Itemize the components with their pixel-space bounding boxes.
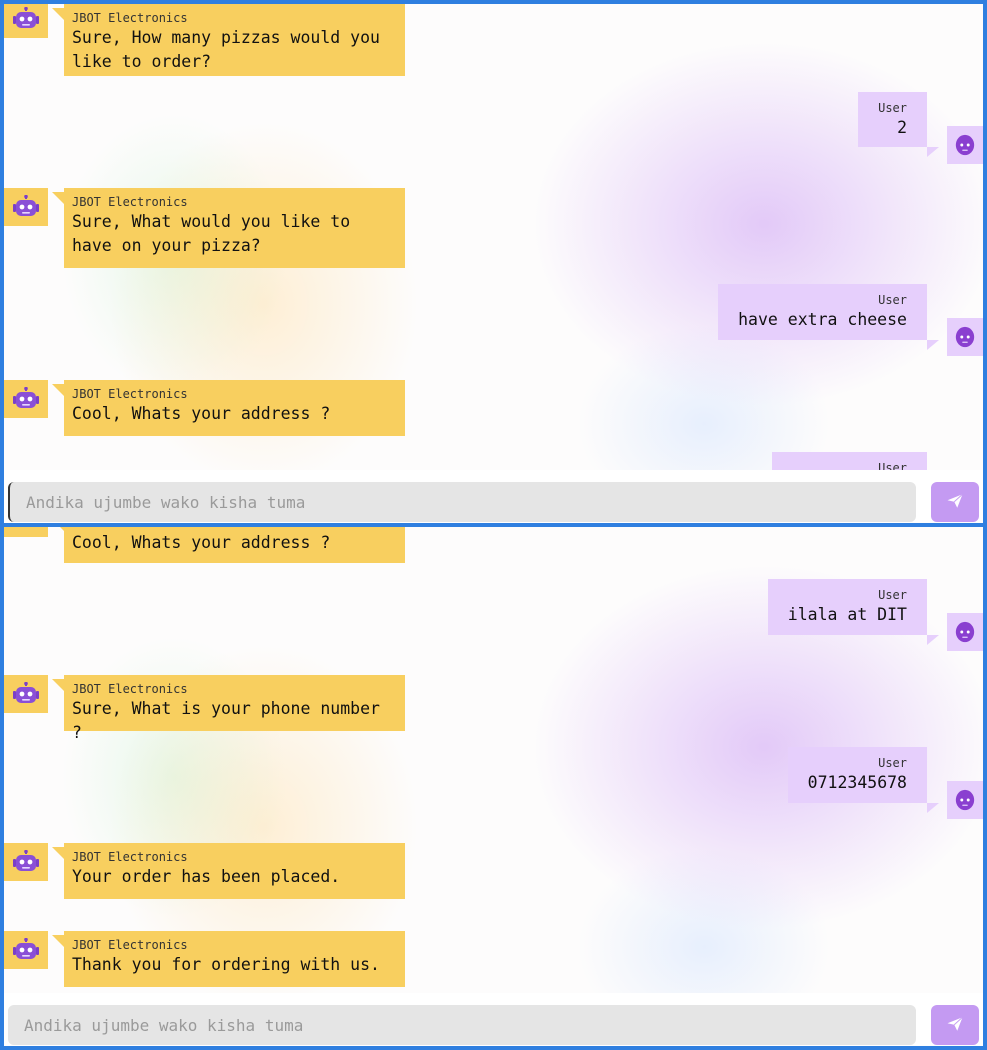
composer [4,470,983,523]
bot-bubble: JBOT Electronics Your order has been pla… [52,843,405,899]
bot-bubble: JBOT Electronics Thank you for ordering … [52,931,405,987]
message-text: Sure, What would you like to have on you… [72,212,361,255]
message-text: Sure, How many pizzas would you like to … [72,28,390,71]
sender-name: JBOT Electronics [72,195,188,209]
composer [4,993,983,1046]
user-head-icon [947,126,983,164]
robot-icon [4,188,48,226]
sender-name: User [878,293,907,307]
sender-name: JBOT Electronics [72,682,188,696]
sender-name: JBOT Electronics [72,938,188,952]
message-input[interactable] [8,482,916,522]
message-text: Sure, What is your phone number ? [72,699,390,742]
chat-window-bottom: Cool, Whats your address ? User ilala at… [0,523,987,1050]
sender-name: User [878,588,907,602]
robot-icon [4,843,48,881]
send-icon [946,492,964,513]
message-text: Thank you for ordering with us. [72,955,380,974]
sender-name: User [878,101,907,115]
sender-name: JBOT Electronics [72,387,188,401]
bot-bubble: Cool, Whats your address ? [52,527,405,563]
bot-bubble: JBOT Electronics Sure, What would you li… [52,188,405,268]
robot-icon [4,675,48,713]
bot-bubble: JBOT Electronics Cool, Whats your addres… [52,380,405,436]
robot-icon [4,931,48,969]
sender-name: User [878,756,907,770]
user-head-icon [947,781,983,819]
message-input[interactable] [8,1005,916,1045]
bot-bubble: JBOT Electronics Sure, What is your phon… [52,675,405,742]
chat-area: Cool, Whats your address ? User ilala at… [4,527,983,1046]
user-bubble: User have extra cheese [718,284,939,350]
user-bubble: User 2 [858,92,939,157]
message-text: 2 [897,118,907,137]
send-icon [946,1015,964,1036]
robot-icon [4,527,48,537]
message-text: have extra cheese [738,310,907,329]
message-text: 0712345678 [807,773,907,792]
user-bubble: User 0712345678 [787,747,940,813]
robot-icon [4,4,48,38]
message-text: Your order has been placed. [72,867,341,886]
send-button[interactable] [931,482,979,522]
message-text: Cool, Whats your address ? [72,404,331,423]
sender-name: JBOT Electronics [72,850,188,864]
user-head-icon [947,318,983,356]
robot-icon [4,380,48,418]
message-text: ilala at DIT [787,605,907,624]
user-head-icon [947,613,983,651]
message-text: Cool, Whats your address ? [72,533,331,552]
user-bubble: User ilala at DIT [767,579,940,645]
send-button[interactable] [931,1005,979,1045]
chat-area: JBOT Electronics Sure, How many pizzas w… [4,4,983,523]
chat-window-top: JBOT Electronics Sure, How many pizzas w… [0,0,987,527]
bot-bubble: JBOT Electronics Sure, How many pizzas w… [52,4,405,76]
sender-name: JBOT Electronics [72,11,188,25]
